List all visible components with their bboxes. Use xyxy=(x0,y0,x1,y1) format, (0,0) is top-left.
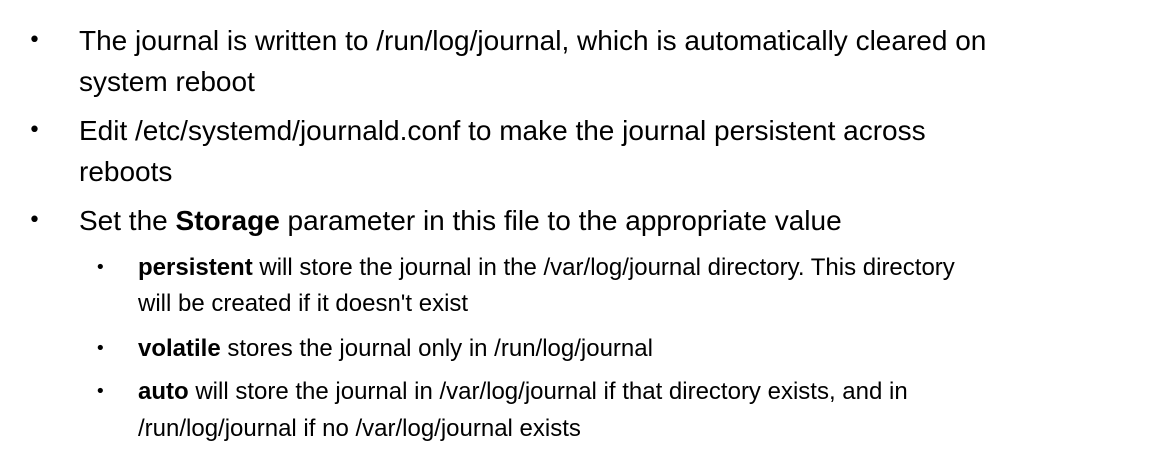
bullet-marker: • xyxy=(28,208,41,233)
bullet-text-line: system reboot xyxy=(79,66,255,97)
bullet-marker: • xyxy=(28,28,41,53)
bullet-text-line: Set the Storage parameter in this file t… xyxy=(79,200,842,241)
slide: • The journal is written to /run/log/jou… xyxy=(0,0,1158,473)
subbullet-marker: • xyxy=(95,381,106,402)
text-run: Set the xyxy=(79,205,176,236)
subbullet-marker: • xyxy=(95,257,106,278)
subbullet-text-line: /run/log/journal if no /var/log/journal … xyxy=(138,415,581,442)
subbullet-marker: • xyxy=(95,338,106,359)
text-run: parameter in this file to the appropriat… xyxy=(279,205,842,236)
text-run: stores the journal only in /run/log/jour… xyxy=(220,335,653,362)
keyword-volatile: volatile xyxy=(138,335,221,362)
bullet-marker: • xyxy=(28,118,41,143)
subbullet-text-line: will be created if it doesn't exist xyxy=(138,290,469,317)
subbullet-text-line: volatile stores the journal only in /run… xyxy=(138,331,653,367)
bullet-text-line: The journal is written to /run/log/journ… xyxy=(79,25,987,56)
subbullet-text-line: persistent will store the journal in the… xyxy=(138,250,955,286)
bullet-text-line: reboots xyxy=(79,156,173,187)
bullet-text-line: Edit /etc/systemd/journald.conf to make … xyxy=(79,115,926,146)
text-run: will store the journal in /var/log/journ… xyxy=(188,378,908,405)
storage-keyword: Storage xyxy=(175,205,280,236)
subbullet-text-line: auto will store the journal in /var/log/… xyxy=(138,374,908,410)
text-run: will store the journal in the /var/log/j… xyxy=(252,254,955,281)
keyword-persistent: persistent xyxy=(138,254,253,281)
keyword-auto: auto xyxy=(138,378,189,405)
